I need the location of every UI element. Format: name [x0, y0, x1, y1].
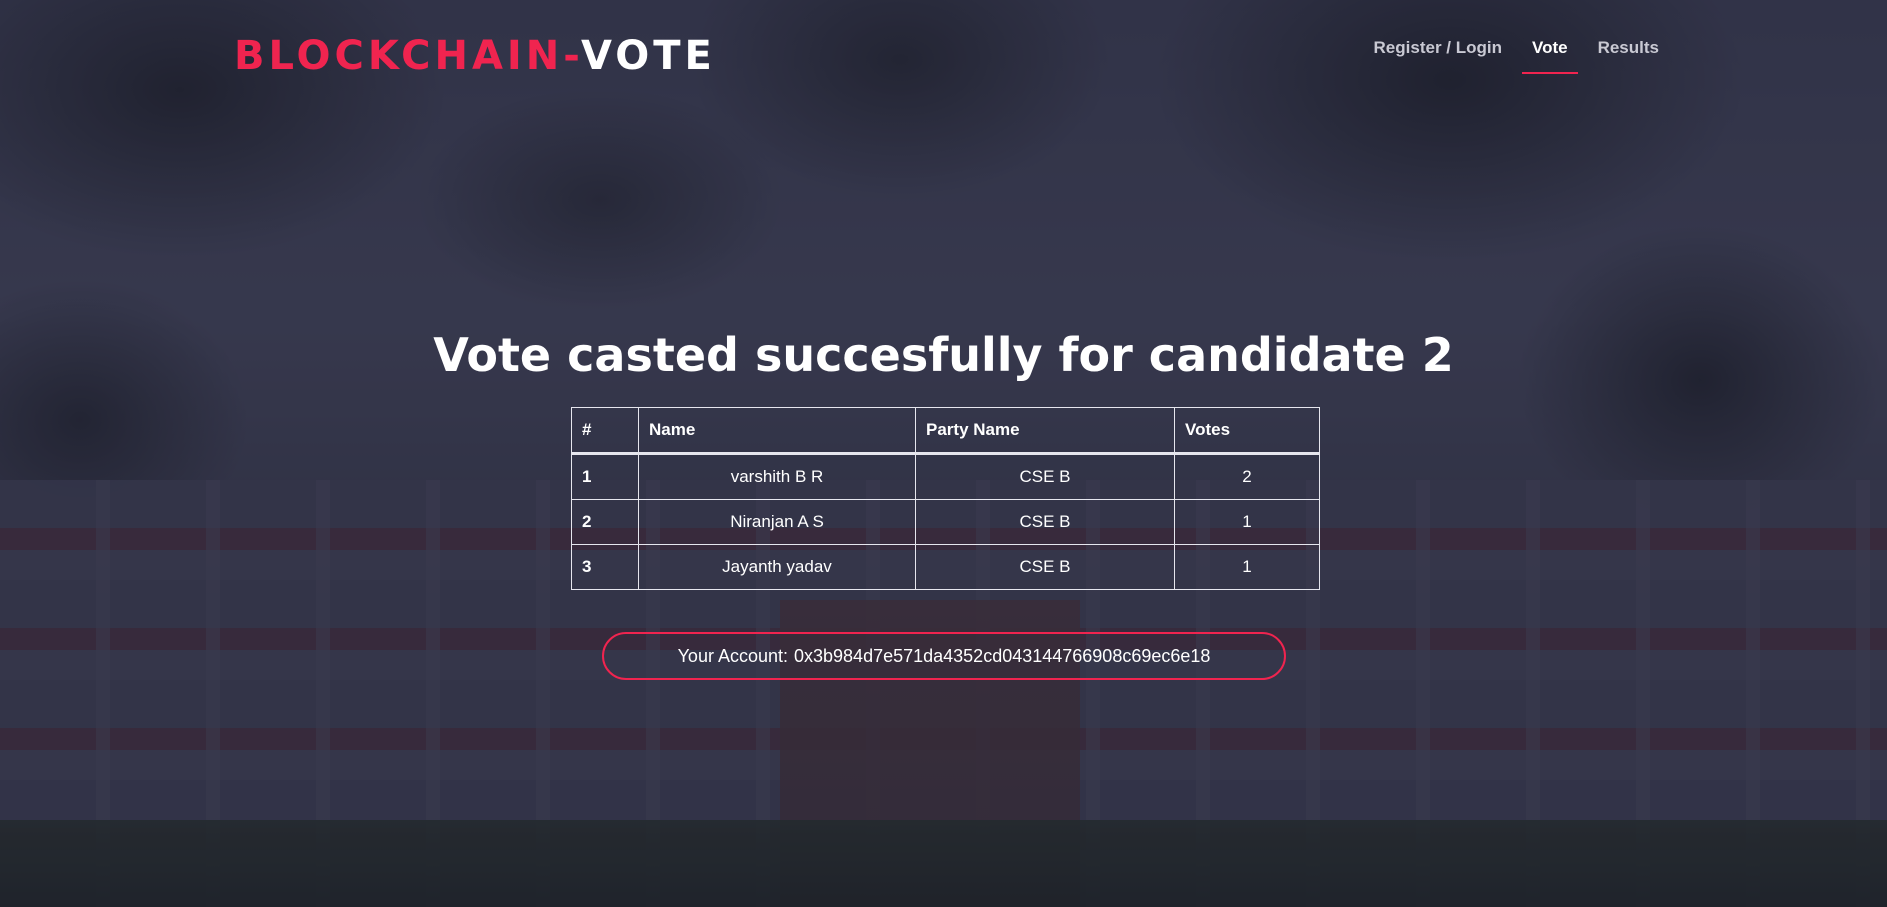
- table-row: 2 Niranjan A S CSE B 1: [571, 499, 1320, 545]
- column-header-name: Name: [638, 407, 916, 455]
- nav-vote[interactable]: Vote: [1522, 36, 1578, 74]
- nav-register-login[interactable]: Register / Login: [1364, 36, 1512, 74]
- candidates-table: # Name Party Name Votes 1 varshith B R C…: [571, 407, 1320, 590]
- account-badge: Your Account: 0x3b984d7e571da4352cd04314…: [602, 632, 1286, 680]
- cell-number: 3: [571, 544, 639, 590]
- cell-votes: 1: [1174, 544, 1320, 590]
- page: BLOCKCHAIN-VOTE Register / Login Vote Re…: [0, 0, 1887, 907]
- account-label: Your Account:: [677, 645, 788, 666]
- column-header-party: Party Name: [915, 407, 1175, 455]
- cell-party: CSE B: [915, 453, 1175, 500]
- table-header-row: # Name Party Name Votes: [571, 407, 1320, 455]
- column-header-number: #: [571, 407, 639, 455]
- table-row: 1 varshith B R CSE B 2: [571, 453, 1320, 500]
- cell-number: 2: [571, 499, 639, 545]
- brand-logo[interactable]: BLOCKCHAIN-VOTE: [234, 32, 716, 80]
- account-address: 0x3b984d7e571da4352cd043144766908c69ec6e…: [794, 645, 1211, 666]
- candidates-table-container: # Name Party Name Votes 1 varshith B R C…: [571, 407, 1320, 590]
- page-title: Vote casted succesfully for candidate 2: [433, 328, 1454, 382]
- cell-votes: 2: [1174, 453, 1320, 500]
- column-header-votes: Votes: [1174, 407, 1320, 455]
- cell-name: varshith B R: [638, 453, 916, 500]
- cell-number: 1: [571, 453, 639, 500]
- cell-party: CSE B: [915, 544, 1175, 590]
- nav-results[interactable]: Results: [1588, 36, 1669, 74]
- cell-party: CSE B: [915, 499, 1175, 545]
- top-nav: Register / Login Vote Results: [1354, 36, 1669, 74]
- cell-name: Jayanth yadav: [638, 544, 916, 590]
- cell-name: Niranjan A S: [638, 499, 916, 545]
- table-row: 3 Jayanth yadav CSE B 1: [571, 544, 1320, 590]
- brand-rest-text: VOTE: [580, 33, 716, 79]
- brand-accent-text: BLOCKCHAIN-: [234, 33, 581, 79]
- cell-votes: 1: [1174, 499, 1320, 545]
